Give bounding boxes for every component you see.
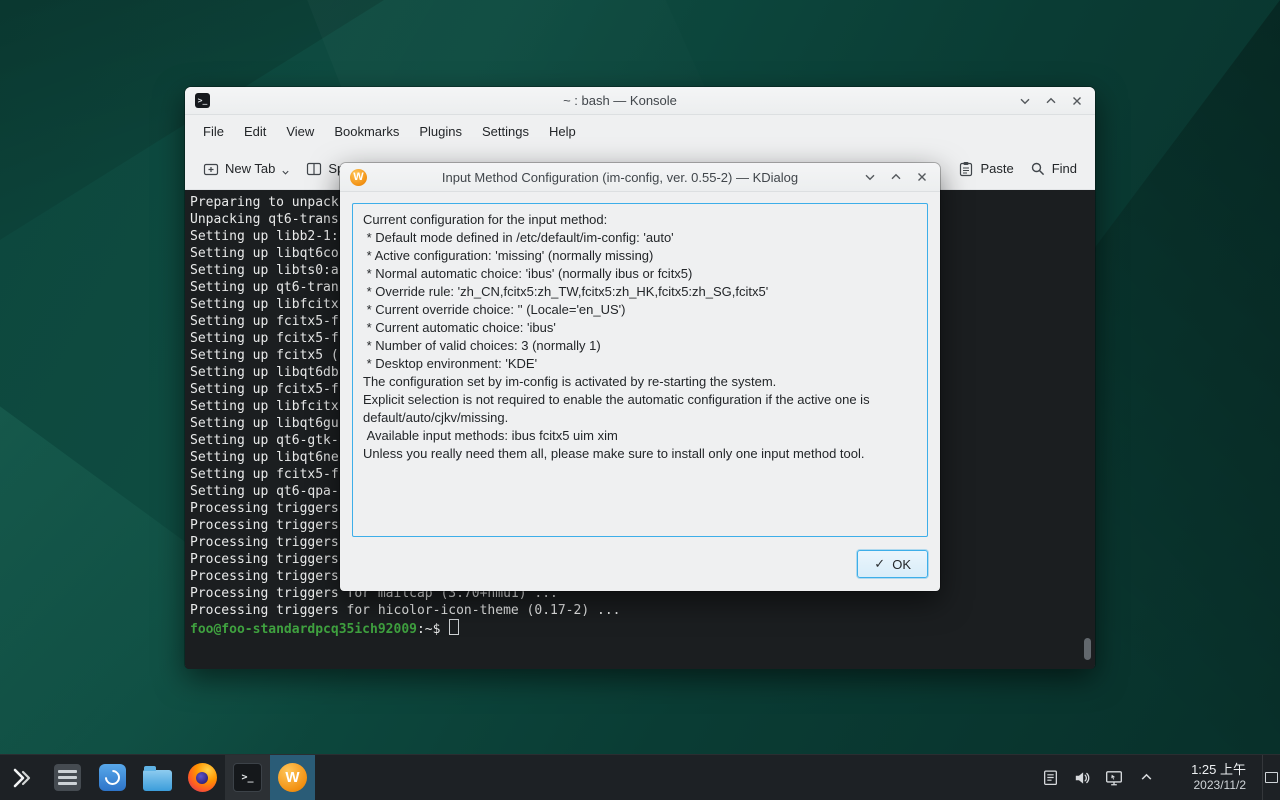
menu-item[interactable]: Edit — [234, 119, 276, 144]
paste-icon — [958, 161, 974, 177]
dialog-text-line: * Current override choice: '' (Locale='e… — [363, 301, 917, 319]
folder-icon — [143, 770, 172, 791]
display-tray-icon[interactable] — [1102, 766, 1126, 790]
dialog-text-line: * Normal automatic choice: 'ibus' (norma… — [363, 265, 917, 283]
new-tab-button[interactable]: New Tab — [195, 154, 298, 183]
menu-item[interactable]: View — [276, 119, 324, 144]
dialog-text-line: * Default mode defined in /etc/default/i… — [363, 229, 917, 247]
dialog-text-line: * Active configuration: 'missing' (norma… — [363, 247, 917, 265]
maximize-icon[interactable] — [1043, 93, 1059, 109]
firefox-button[interactable] — [180, 755, 225, 800]
kdialog-window: W Input Method Configuration (im-config,… — [340, 163, 940, 591]
clipboard-tray-icon[interactable] — [1038, 766, 1062, 790]
menu-item[interactable]: File — [193, 119, 234, 144]
dialog-title: Input Method Configuration (im-config, v… — [390, 170, 850, 185]
firefox-icon — [188, 763, 217, 792]
dialog-text-line: The configuration set by im-config is ac… — [363, 373, 917, 391]
discover-icon — [99, 764, 126, 791]
close-icon[interactable] — [1069, 93, 1085, 109]
dialog-text-line: * Override rule: 'zh_CN,fcitx5:zh_TW,fci… — [363, 283, 917, 301]
task-manager-icon — [54, 764, 81, 791]
dialog-message-area: Current configuration for the input meth… — [352, 203, 928, 537]
menu-item[interactable]: Settings — [472, 119, 539, 144]
prompt-user-host: foo@foo-standardpcq35ich92009 — [190, 622, 417, 637]
terminal-cursor — [449, 619, 459, 635]
taskbar: >_ W 1:25 上午 2023/11/2 — [0, 754, 1280, 800]
check-icon: ✓ — [874, 556, 885, 572]
konsole-icon: >_ — [233, 763, 262, 792]
clock-date: 2023/11/2 — [1176, 778, 1246, 793]
dialog-text-line: Available input methods: ibus fcitx5 uim… — [363, 427, 917, 445]
kdialog-task-button[interactable]: W — [270, 755, 315, 800]
show-desktop-icon — [1265, 772, 1278, 783]
paste-button[interactable]: Paste — [950, 155, 1021, 183]
konsole-menubar: FileEditViewBookmarksPluginsSettingsHelp — [185, 115, 1095, 148]
kdialog-w-icon: W — [278, 763, 307, 792]
ok-button[interactable]: ✓ OK — [857, 550, 928, 578]
konsole-task-button[interactable]: >_ — [225, 755, 270, 800]
app-launcher-button[interactable] — [0, 755, 45, 800]
menu-item[interactable]: Bookmarks — [324, 119, 409, 144]
menu-item[interactable]: Plugins — [409, 119, 472, 144]
dialog-text-line: * Current automatic choice: 'ibus' — [363, 319, 917, 337]
dialog-text-line: Current configuration for the input meth… — [363, 211, 917, 229]
chevron-down-icon — [281, 168, 290, 177]
clock-time: 1:25 上午 — [1176, 762, 1246, 778]
terminal-scrollbar[interactable] — [1084, 638, 1091, 660]
ok-button-label: OK — [892, 557, 911, 572]
show-desktop-button[interactable] — [1262, 755, 1280, 800]
dolphin-button[interactable] — [135, 755, 180, 800]
konsole-window-icon: >_ — [195, 93, 210, 108]
new-tab-icon — [203, 161, 219, 177]
volume-icon[interactable] — [1070, 766, 1094, 790]
minimize-icon[interactable] — [862, 169, 878, 185]
window-title: ~ : bash — Konsole — [235, 93, 1005, 108]
terminal-line: Processing triggers for hicolor-icon-the… — [190, 602, 1095, 619]
split-view-icon — [306, 161, 322, 177]
search-icon — [1030, 161, 1046, 177]
clock-widget[interactable]: 1:25 上午 2023/11/2 — [1176, 762, 1246, 793]
dialog-text-line: * Number of valid choices: 3 (normally 1… — [363, 337, 917, 355]
tray-expander-icon[interactable] — [1134, 766, 1158, 790]
close-icon[interactable] — [914, 169, 930, 185]
dialog-text-line: Unless you really need them all, please … — [363, 445, 917, 463]
terminal-prompt-line: foo@foo-standardpcq35ich92009:~$ — [190, 619, 1095, 636]
konsole-titlebar[interactable]: >_ ~ : bash — Konsole — [185, 87, 1095, 115]
kdialog-window-icon: W — [350, 169, 367, 186]
menu-item[interactable]: Help — [539, 119, 586, 144]
find-button[interactable]: Find — [1022, 155, 1085, 183]
maximize-icon[interactable] — [888, 169, 904, 185]
dialog-text-line: Explicit selection is not required to en… — [363, 391, 917, 427]
kdialog-titlebar[interactable]: W Input Method Configuration (im-config,… — [340, 163, 940, 192]
discover-button[interactable] — [90, 755, 135, 800]
dialog-text-line: * Desktop environment: 'KDE' — [363, 355, 917, 373]
prompt-suffix: :~$ — [417, 622, 440, 637]
app-launcher-icon — [10, 765, 36, 791]
minimize-icon[interactable] — [1017, 93, 1033, 109]
task-manager-button[interactable] — [45, 755, 90, 800]
